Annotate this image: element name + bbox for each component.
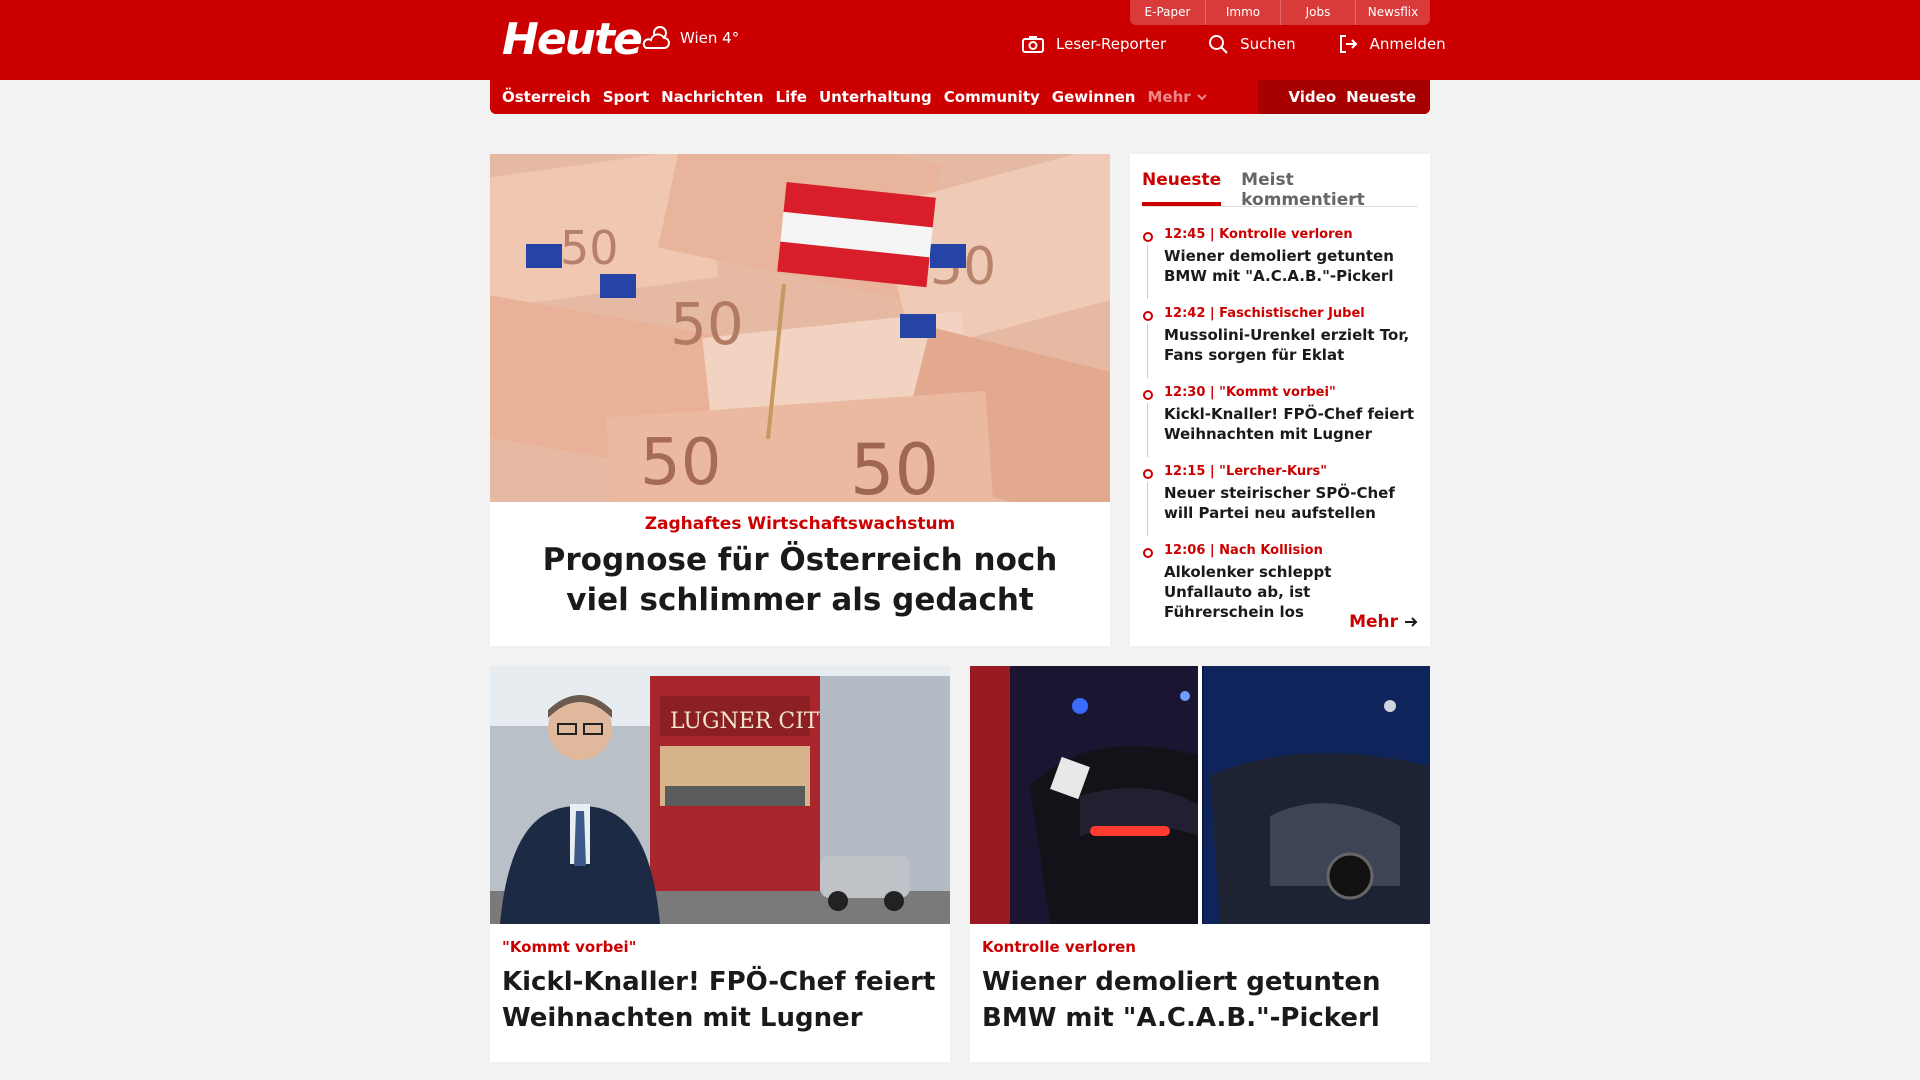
sidebar-tabs: Neueste Meist kommentiert [1142,162,1418,210]
nav-more-label: Mehr [1147,88,1191,106]
card-kicker: Kontrolle verloren [982,938,1136,956]
login-label: Anmelden [1369,35,1446,53]
nav-item-oesterreich[interactable]: Österreich [502,88,591,106]
nav-more-dropdown[interactable]: Mehr [1147,88,1208,106]
ticker-title[interactable]: Neuer steirischer SPÖ-Chef will Partei n… [1164,483,1418,523]
svg-text:50: 50 [850,429,939,502]
main-navigation: Österreich Sport Nachrichten Life Unterh… [490,80,1430,114]
timeline-line [1147,324,1148,378]
ticker-meta: 12:30 | "Kommt vorbei" [1164,385,1336,400]
login-icon [1339,35,1358,53]
nav-item-life[interactable]: Life [776,88,807,106]
header-bar: E-Paper Immo Jobs Newsflix Heute Wien 4°… [0,0,1920,80]
timeline-dot-icon [1143,469,1153,479]
search-button[interactable]: Suchen [1208,34,1296,54]
timeline-line [1147,403,1148,457]
article-card-kickl[interactable]: LUGNER CITY "Kommt vorbei" Kickl-Knaller… [490,666,950,1062]
utility-link-newsflix[interactable]: Newsflix [1355,0,1430,25]
timeline-dot-icon [1143,548,1153,558]
timeline-line [1147,245,1148,299]
nav-item-unterhaltung[interactable]: Unterhaltung [819,88,932,106]
card-image-lugner-city[interactable]: LUGNER CITY [490,666,950,924]
card-headline[interactable]: Wiener demoliert getunten BMW mit "A.C.A… [982,964,1418,1036]
ticker-item[interactable]: 12:06 | Nach Kollision Alkolenker schlep… [1142,543,1418,622]
ticker-meta: 12:45 | Kontrolle verloren [1164,227,1353,242]
nav-item-community[interactable]: Community [944,88,1040,106]
nav-item-neueste[interactable]: Neueste [1346,88,1416,106]
timeline-line [1147,482,1148,536]
weather-cloud-icon [642,26,670,49]
ticker-meta: 12:15 | "Lercher-Kurs" [1164,464,1328,479]
news-ticker: 12:45 | Kontrolle verloren Wiener demoli… [1142,227,1418,622]
sidebar-more-label: Mehr [1349,612,1398,632]
utility-link-immo[interactable]: Immo [1205,0,1280,25]
weather-widget[interactable]: Wien 4° [640,24,739,52]
crashed-car-night-photo [970,666,1430,924]
nav-links: Österreich Sport Nachrichten Life Unterh… [490,88,1258,106]
ticker-meta: 12:42 | Faschistischer Jubel [1164,306,1365,321]
chevron-down-icon [1196,94,1207,101]
hero-article[interactable]: 50 50 50 50 50 Zaghaftes Wirtschaftswach… [490,154,1110,646]
utility-link-epaper[interactable]: E-Paper [1130,0,1205,25]
leser-reporter-label: Leser-Reporter [1056,35,1167,53]
ticker-title[interactable]: Mussolini-Urenkel erzielt Tor, Fans sorg… [1164,325,1418,365]
card-kicker: "Kommt vorbei" [502,938,637,956]
tab-meist-kommentiert[interactable]: Meist kommentiert [1241,162,1398,210]
svg-text:50: 50 [560,221,619,275]
search-icon [1209,35,1228,54]
arrow-right-icon [1405,617,1418,627]
search-label: Suchen [1240,35,1296,53]
utility-link-jobs[interactable]: Jobs [1280,0,1355,25]
nav-item-nachrichten[interactable]: Nachrichten [661,88,763,106]
ticker-item[interactable]: 12:45 | Kontrolle verloren Wiener demoli… [1142,227,1418,306]
lugner-city-photo: LUGNER CITY [490,666,950,924]
utility-links: E-Paper Immo Jobs Newsflix [1130,0,1430,25]
hero-headline[interactable]: Prognose für Österreich noch viel schlim… [490,540,1110,620]
ticker-title[interactable]: Wiener demoliert getunten BMW mit "A.C.A… [1164,246,1418,286]
nav-item-video[interactable]: Video [1288,88,1336,106]
nav-item-gewinnen[interactable]: Gewinnen [1052,88,1136,106]
weather-label: Wien 4° [680,29,740,47]
ticker-item[interactable]: 12:30 | "Kommt vorbei" Kickl-Knaller! FP… [1142,385,1418,464]
header-actions: Leser-Reporter Suchen Anmelden [1022,34,1446,54]
ticker-item[interactable]: 12:42 | Faschistischer Jubel Mussolini-U… [1142,306,1418,385]
svg-text:50: 50 [670,290,744,358]
svg-text:LUGNER CITY: LUGNER CITY [670,709,834,734]
login-button[interactable]: Anmelden [1338,34,1446,54]
nav-right-group: Video Neueste [1258,80,1430,114]
ticker-meta: 12:06 | Nach Kollision [1164,543,1323,558]
latest-news-sidebar: Neueste Meist kommentiert 12:45 | Kontro… [1130,154,1430,646]
camera-icon [1022,36,1044,53]
tab-neueste[interactable]: Neueste [1142,162,1222,206]
hero-image[interactable]: 50 50 50 50 50 [490,154,1110,502]
timeline-dot-icon [1143,390,1153,400]
timeline-dot-icon [1143,232,1153,242]
card-headline[interactable]: Kickl-Knaller! FPÖ-Chef feiert Weihnacht… [502,964,938,1036]
site-logo[interactable]: Heute [502,14,643,65]
hero-kicker: Zaghaftes Wirtschaftswachstum [644,514,956,534]
card-image-crashed-bmw[interactable] [970,666,1430,924]
euro-banknotes-flag-photo: 50 50 50 50 50 [490,154,1110,502]
ticker-item[interactable]: 12:15 | "Lercher-Kurs" Neuer steirischer… [1142,464,1418,543]
svg-text:50: 50 [640,426,721,500]
timeline-dot-icon [1143,311,1153,321]
ticker-title[interactable]: Kickl-Knaller! FPÖ-Chef feiert Weihnacht… [1164,404,1418,444]
nav-item-sport[interactable]: Sport [603,88,649,106]
leser-reporter-button[interactable]: Leser-Reporter [1022,34,1166,54]
article-card-bmw[interactable]: Kontrolle verloren Wiener demoliert getu… [970,666,1430,1062]
sidebar-more-link[interactable]: Mehr [1349,612,1418,632]
